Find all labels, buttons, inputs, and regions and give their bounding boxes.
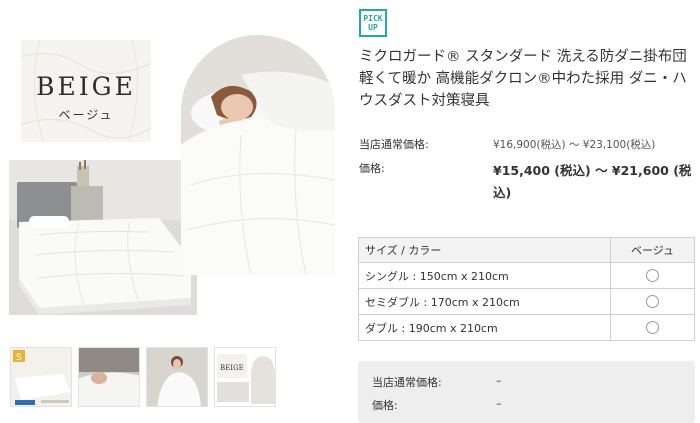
summary-price-label: 価格: [372,399,398,412]
variant-table-header: サイズ / カラー ベージュ [358,237,695,263]
regular-price-row: 当店通常価格: ¥16,900(税込) 〜 ¥23,100(税込) [359,136,699,160]
variant-double-label: ダブル : 190cm x 210cm [358,314,611,341]
header-beige: ベージュ [610,237,695,263]
variant-semi-double-cell [610,288,695,315]
regular-price-value: ¥16,900(税込) 〜 ¥23,100(税込) [493,139,656,151]
pickup-badge-line1: PICK [363,14,383,23]
sleeping-woman-photo [181,35,335,275]
beige-subtitle: ベージュ [58,108,114,122]
thumbnail-beige-icon: BEIGE [215,348,275,406]
pickup-badge-line2: UP [368,23,378,32]
sale-price-label: 価格: [359,162,385,175]
thumbnail-1-label: S [16,353,22,363]
pickup-badge: PICK UP [359,9,387,37]
table-row[interactable]: ダブル : 190cm x 210cm [358,314,695,341]
thumbnail-strip: S BEIGE [10,347,276,407]
thumbnail-woman-icon [147,348,207,406]
variant-table: サイズ / カラー ベージュ シングル : 150cm x 210cm セミダブ… [358,237,695,341]
summary-price-value: – [496,397,502,410]
thumbnail-3[interactable] [146,347,208,407]
sleeping-woman-illustration-icon [181,35,335,275]
price-section: 当店通常価格: ¥16,900(税込) 〜 ¥23,100(税込) 価格: ¥1… [359,136,699,210]
table-row[interactable]: シングル : 150cm x 210cm [358,262,695,289]
variant-double-radio[interactable] [646,321,659,335]
variant-single-label: シングル : 150cm x 210cm [358,262,611,289]
product-gallery: BEIGE ベージュ S BEIGE [0,0,345,423]
beige-color-card: BEIGE ベージュ [21,40,151,142]
header-size-color: サイズ / カラー [358,237,611,263]
thumbnail-bed-icon: S [11,348,71,406]
main-product-image[interactable]: BEIGE ベージュ [9,35,335,315]
thumbnail-sleeping-icon [79,348,139,406]
thumbnail-1[interactable]: S [10,347,72,407]
variant-semi-double-label: セミダブル : 170cm x 210cm [358,288,611,315]
regular-price-label: 当店通常価格: [359,138,429,151]
variant-single-radio[interactable] [646,269,659,283]
selection-summary: 当店通常価格: – 価格: – [358,361,695,423]
summary-regular-label: 当店通常価格: [372,376,442,389]
variant-single-cell [610,262,695,289]
table-row[interactable]: セミダブル : 170cm x 210cm [358,288,695,315]
thumbnail-4[interactable]: BEIGE [214,347,276,407]
beige-title: BEIGE [36,72,136,101]
product-title: ミクロガード® スタンダード 洗える防ダニ掛布団 軽くて暖か 高機能ダクロン®中… [359,49,687,109]
sale-price-value: ¥15,400 (税込) 〜 ¥21,600 (税込) [493,163,692,200]
bed-illustration-icon [9,160,197,315]
bed-photo [9,160,197,315]
variant-double-cell [610,314,695,341]
sale-price-row: 価格: ¥15,400 (税込) 〜 ¥21,600 (税込) [359,160,699,210]
variant-semi-double-radio[interactable] [646,295,659,309]
thumbnail-2[interactable] [78,347,140,407]
summary-regular-value: – [496,374,502,387]
thumbnail-4-label: BEIGE [220,364,244,372]
